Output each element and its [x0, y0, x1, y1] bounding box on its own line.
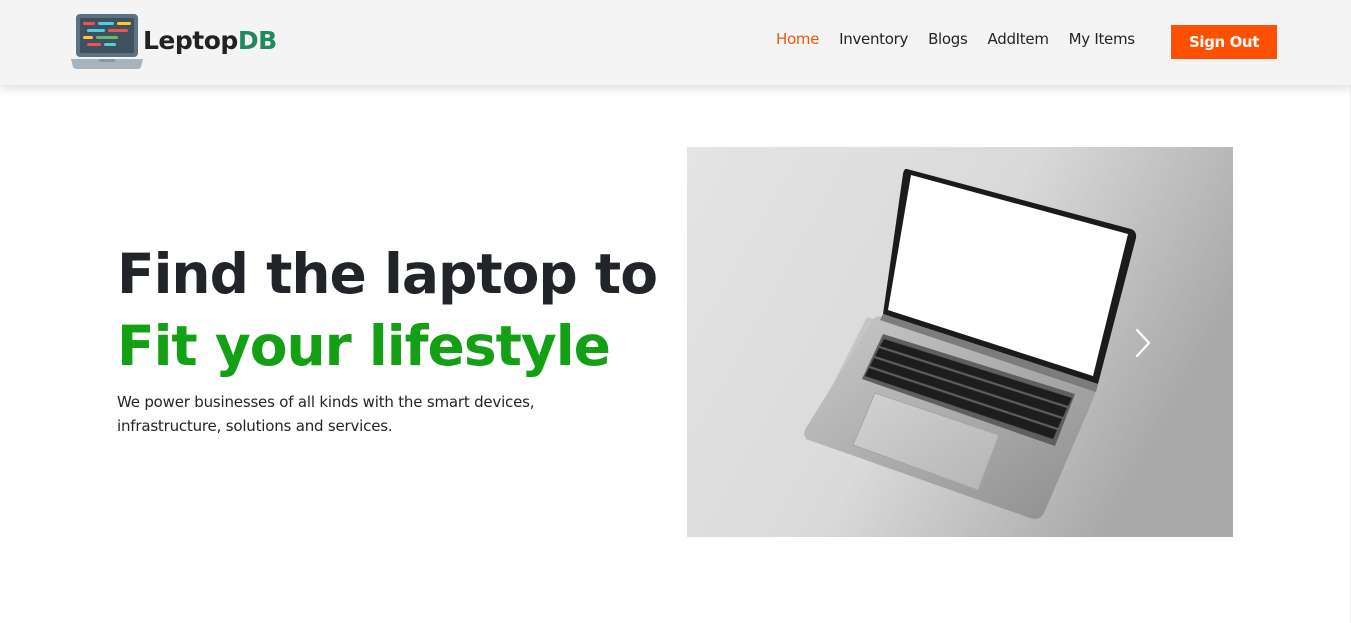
hero-headline-line1: Find the laptop to [117, 242, 658, 306]
nav-link-blogs[interactable]: Blogs [928, 30, 968, 48]
hero-carousel [687, 147, 1233, 537]
navbar: LeptopDB Home Inventory Blogs AddItem My… [0, 0, 1351, 85]
hero-headline: Find the laptop to Fit your lifestyle [117, 238, 658, 382]
main-nav: Home Inventory Blogs AddItem My Items [776, 30, 1155, 48]
hero-text: Find the laptop to Fit your lifestyle We… [117, 238, 658, 438]
nav-link-inventory[interactable]: Inventory [839, 30, 908, 48]
brand-name-prefix: Leptop [143, 25, 238, 55]
laptop-code-icon [71, 14, 143, 69]
brand-name-suffix: DB [237, 25, 277, 55]
carousel-next-button[interactable] [1123, 323, 1163, 363]
nav-link-additem[interactable]: AddItem [988, 30, 1049, 48]
hero-headline-line2: Fit your lifestyle [117, 314, 611, 378]
nav-link-my-items[interactable]: My Items [1069, 30, 1135, 48]
hero-description: We power businesses of all kinds with th… [117, 393, 535, 435]
chevron-right-icon [1135, 328, 1151, 358]
brand-link[interactable]: LeptopDB [71, 12, 277, 70]
sign-out-button[interactable]: Sign Out [1171, 25, 1277, 59]
brand-name: LeptopDB [143, 26, 277, 55]
nav-link-home[interactable]: Home [776, 30, 819, 48]
